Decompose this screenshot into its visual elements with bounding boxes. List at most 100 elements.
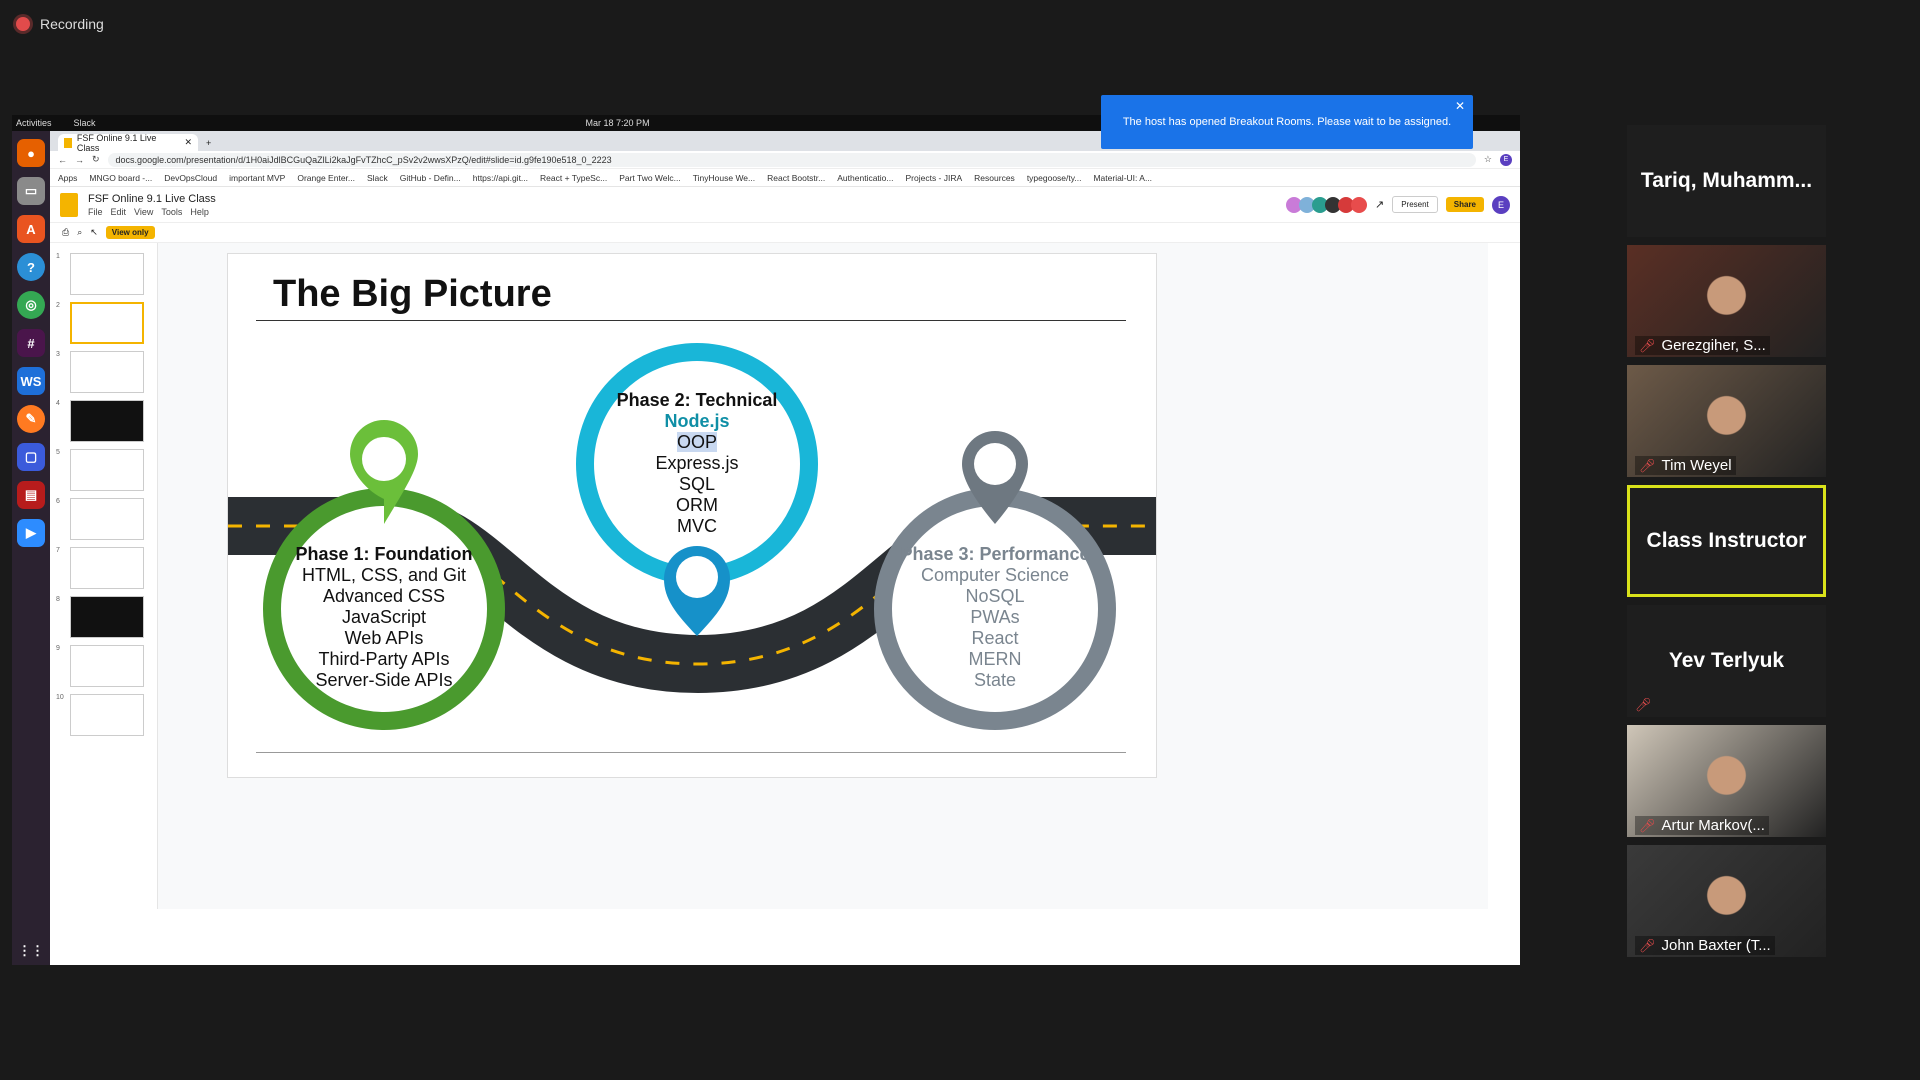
close-icon[interactable]: ✕ (1455, 99, 1465, 113)
new-tab-icon[interactable]: + (206, 138, 211, 148)
participant-name-label: 🎤︎ Gerezgiher, S... (1635, 336, 1770, 355)
menu-item-file[interactable]: File (88, 207, 103, 217)
phase3-item: React (971, 628, 1019, 648)
phase2-item: Node.js (664, 411, 730, 431)
bookmark-item[interactable]: typegoose/ty... (1027, 173, 1082, 183)
firefox-icon[interactable]: ● (17, 139, 45, 167)
bookmark-item[interactable]: TinyHouse We... (693, 173, 755, 183)
bookmark-item[interactable]: DevOpsCloud (164, 173, 217, 183)
share-button[interactable]: Share (1445, 197, 1484, 212)
slide-thumbnail[interactable] (70, 351, 144, 393)
slide-thumbnail[interactable] (70, 547, 144, 589)
bookmark-item[interactable]: Projects - JIRA (905, 173, 962, 183)
address-bar: ← → ↻ docs.google.com/presentation/d/1H0… (50, 151, 1520, 169)
url-field[interactable]: docs.google.com/presentation/d/1H0aiJdlB… (107, 152, 1476, 167)
activity-trend-icon[interactable]: ↗ (1375, 198, 1384, 211)
slide: The Big Picture Phase 1: Foundation HTML… (228, 254, 1156, 777)
menu-item-tools[interactable]: Tools (161, 207, 182, 217)
webstorm-icon[interactable]: WS (17, 367, 45, 395)
zoom-icon[interactable]: ▶ (17, 519, 45, 547)
terminal-icon[interactable]: ▤ (17, 481, 45, 509)
profile-avatar[interactable]: E (1500, 153, 1512, 166)
phase3-item: MERN (968, 649, 1022, 669)
menu-item-edit[interactable]: Edit (111, 207, 127, 217)
slides-logo-icon[interactable] (60, 192, 78, 217)
slide-number: 1 (56, 253, 60, 260)
select-cursor-icon[interactable]: ↖ (90, 227, 98, 238)
participant-tile[interactable]: Tariq, Muhamm... (1627, 125, 1826, 237)
print-icon[interactable]: ⎙ (62, 227, 69, 238)
breakout-notification: The host has opened Breakout Rooms. Plea… (1101, 95, 1473, 149)
postman-icon[interactable]: ✎ (17, 405, 45, 433)
participant-tile[interactable]: 🎤︎ Artur Markov(... (1627, 725, 1826, 837)
account-avatar[interactable]: E (1492, 195, 1510, 214)
software-icon[interactable]: A (17, 215, 45, 243)
slide-thumbnail[interactable] (70, 302, 144, 344)
slide-canvas-area: The Big Picture Phase 1: Foundation HTML… (158, 243, 1488, 909)
bookmark-item[interactable]: Resources (974, 173, 1015, 183)
browser-tab[interactable]: FSF Online 9.1 Live Class ✕ (58, 133, 198, 153)
lock-closed-icon (974, 443, 1016, 485)
bookmark-item[interactable]: https://api.git... (473, 173, 528, 183)
record-icon (16, 17, 30, 31)
menu-item-view[interactable]: View (134, 207, 153, 217)
activities-button[interactable]: Activities (16, 118, 52, 128)
participant-name: Artur Markov(... (1661, 817, 1765, 834)
close-tab-icon[interactable]: ✕ (184, 137, 192, 148)
slide-number: 9 (56, 645, 60, 652)
bookmark-item[interactable]: Material-UI: A... (1093, 173, 1152, 183)
present-button[interactable]: Present (1392, 196, 1438, 213)
avatar[interactable] (1350, 196, 1367, 213)
back-icon[interactable]: ← (58, 155, 67, 165)
bookmark-item[interactable]: Slack (367, 173, 388, 183)
bookmark-item[interactable]: Apps (58, 173, 77, 183)
slack-icon[interactable]: # (17, 329, 45, 357)
app-menu[interactable]: Slack (74, 118, 96, 128)
bookmark-item[interactable]: GitHub - Defin... (400, 173, 461, 183)
bookmark-item[interactable]: MNGO board -... (89, 173, 152, 183)
zoom-icon[interactable]: ⌕ (77, 227, 82, 238)
bookmark-item[interactable]: Orange Enter... (297, 173, 355, 183)
bookmark-item[interactable]: Authenticatio... (837, 173, 893, 183)
system-clock[interactable]: Mar 18 7:20 PM (586, 118, 650, 128)
screenshot-icon[interactable]: ▢ (17, 443, 45, 471)
view-only-button[interactable]: View only (105, 226, 155, 239)
recording-indicator: Recording (16, 16, 104, 32)
bookmark-item[interactable]: Part Two Welc... (619, 173, 681, 183)
slide-thumbnail[interactable] (70, 400, 144, 442)
files-icon[interactable]: ▭ (17, 177, 45, 205)
highlighted-text: OOP (676, 432, 717, 452)
bookmark-item[interactable]: React Bootstr... (767, 173, 825, 183)
slide-thumbnail[interactable] (70, 645, 144, 687)
chrome-icon[interactable]: ◎ (17, 291, 45, 319)
participant-name-label: 🎤︎ Tim Weyel (1635, 456, 1736, 475)
participant-name: Class Instructor (1646, 529, 1807, 552)
slide-thumbnail[interactable] (70, 596, 144, 638)
participant-tile[interactable]: Yev Terlyuk 🎤︎ (1627, 605, 1826, 717)
forward-icon[interactable]: → (75, 155, 84, 165)
slide-thumbnail[interactable] (70, 253, 144, 295)
slide-number: 5 (56, 449, 60, 456)
bookmark-star-icon[interactable]: ☆ (1484, 154, 1492, 165)
participant-tile[interactable]: 🎤︎ John Baxter (T... (1627, 845, 1826, 957)
menu-item-help[interactable]: Help (190, 207, 209, 217)
phase1-text: Phase 1: Foundation HTML, CSS, and Git A… (280, 544, 488, 691)
phase2-title: Phase 2: Technical (616, 390, 778, 410)
reload-icon[interactable]: ↻ (92, 154, 100, 165)
bookmark-item[interactable]: important MVP (229, 173, 285, 183)
slide-thumbnail[interactable] (70, 694, 144, 736)
phase2-item: Express.js (655, 453, 739, 473)
collaborator-avatars (1285, 196, 1367, 213)
help-icon[interactable]: ? (17, 253, 45, 281)
app-grid-icon[interactable]: ⋮⋮ (17, 937, 45, 965)
bookmark-item[interactable]: React + TypeSc... (540, 173, 607, 183)
phase3-item: PWAs (970, 607, 1020, 627)
presentation-title[interactable]: FSF Online 9.1 Live Class (88, 193, 216, 205)
participant-tile[interactable]: 🎤︎ Tim Weyel (1627, 365, 1826, 477)
slide-number: 7 (56, 547, 60, 554)
participant-tile[interactable]: Class Instructor (1627, 485, 1826, 597)
participant-tile[interactable]: 🎤︎ Gerezgiher, S... (1627, 245, 1826, 357)
phase2-item: SQL (678, 474, 716, 494)
slide-thumbnail[interactable] (70, 449, 144, 491)
slide-thumbnail[interactable] (70, 498, 144, 540)
